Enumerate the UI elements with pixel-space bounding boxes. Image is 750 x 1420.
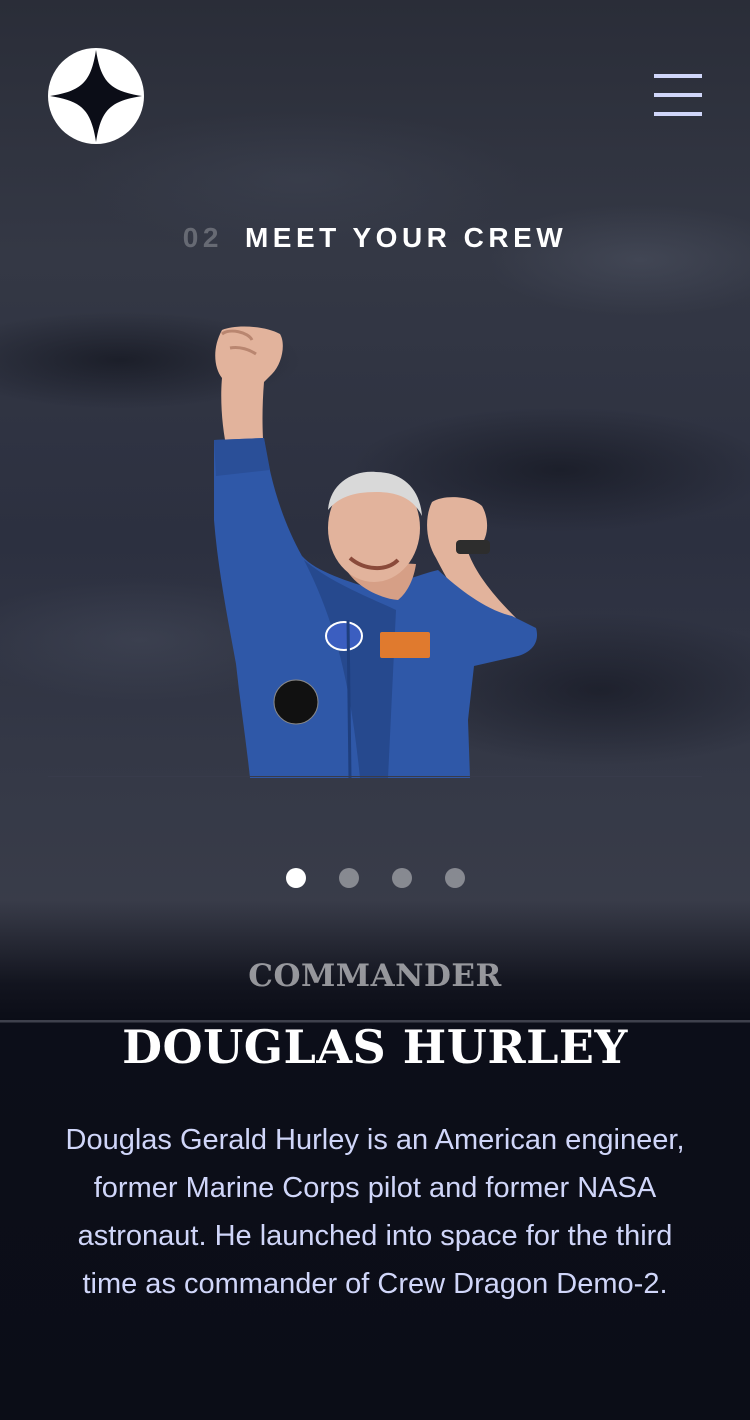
crew-role: COMMANDER (248, 958, 502, 994)
suit-zipper (346, 619, 352, 778)
crew-pagination (286, 868, 465, 888)
crew-bio: Douglas Gerald Hurley is an American eng… (65, 1124, 685, 1300)
name-patch (380, 632, 430, 658)
suit-cuff-left (214, 438, 270, 476)
crew-name: DOUGLAS HURLEY (122, 1020, 628, 1074)
star-logo-icon (50, 50, 142, 142)
pagination-dot-3[interactable] (392, 868, 412, 888)
logo-button[interactable] (48, 48, 144, 144)
hamburger-line (654, 112, 702, 116)
astronaut-portrait (214, 326, 538, 778)
hamburger-line (654, 93, 702, 97)
section-title: MEET YOUR CREW (244, 222, 568, 253)
pagination-dot-4[interactable] (445, 868, 465, 888)
hamburger-menu-button[interactable] (654, 74, 702, 116)
section-number: 02 (182, 222, 223, 253)
wristwatch (456, 540, 490, 554)
image-divider (48, 776, 702, 777)
pagination-dot-2[interactable] (339, 868, 359, 888)
page-heading: 02 MEET YOUR CREW (0, 222, 750, 254)
pagination-dot-1[interactable] (286, 868, 306, 888)
nasa-patch (325, 621, 363, 651)
arm-left (215, 326, 283, 454)
mission-patch (273, 679, 319, 725)
hamburger-menu-icon (654, 74, 702, 78)
